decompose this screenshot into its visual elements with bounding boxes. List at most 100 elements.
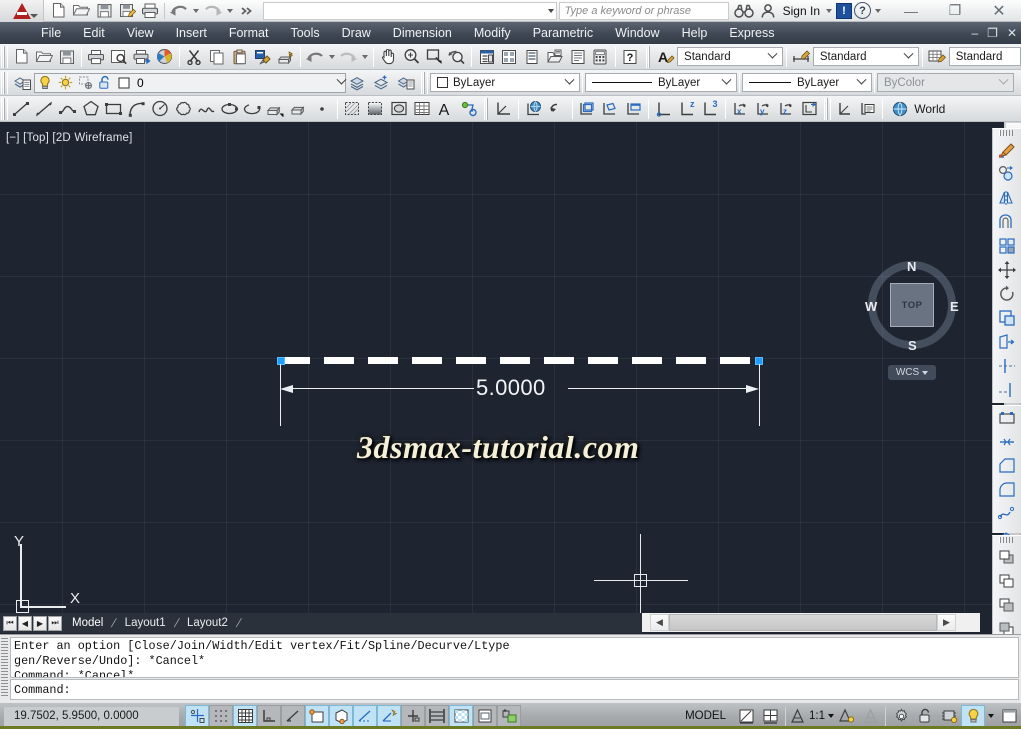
- pan-hand-icon[interactable]: [377, 45, 400, 68]
- face-ucs-icon[interactable]: [576, 97, 599, 120]
- zoom-previous-icon[interactable]: [445, 45, 468, 68]
- menu-item-tools[interactable]: Tools: [279, 22, 330, 44]
- tab-model[interactable]: Model: [63, 614, 113, 632]
- linetype-control-dropdown[interactable]: ByLayer: [585, 73, 737, 92]
- sign-in-label[interactable]: Sign In: [781, 4, 822, 18]
- dimension-text[interactable]: 5.0000: [476, 375, 546, 401]
- otrack-icon[interactable]: [353, 705, 377, 727]
- menu-item-format[interactable]: Format: [218, 22, 280, 44]
- dimension-style-icon[interactable]: [790, 45, 813, 68]
- dynamic-input-icon[interactable]: [401, 705, 425, 727]
- undo-arrow-icon[interactable]: [168, 1, 190, 21]
- layer-unlock-icon[interactable]: [95, 71, 115, 94]
- user-account-icon[interactable]: [757, 1, 779, 21]
- origin-ucs-icon[interactable]: [652, 97, 675, 120]
- z-axis-vector-icon[interactable]: z: [675, 97, 698, 120]
- color-control-dropdown[interactable]: ByLayer: [430, 73, 580, 92]
- point-icon[interactable]: [311, 97, 334, 120]
- save-disk-icon[interactable]: [93, 1, 115, 21]
- command-line-grip[interactable]: [1, 638, 8, 698]
- viewcube-north-label[interactable]: N: [907, 259, 916, 274]
- menu-item-express[interactable]: Express: [718, 22, 785, 44]
- viewcube-south-label[interactable]: S: [908, 338, 917, 353]
- line-icon[interactable]: [10, 97, 33, 120]
- menu-item-view[interactable]: View: [116, 22, 165, 44]
- auto-scale-icon[interactable]: [858, 705, 882, 727]
- coordinates-display[interactable]: 19.7502, 5.9500, 0.0000: [4, 706, 179, 726]
- chevron-down-icon[interactable]: [901, 48, 916, 65]
- annotation-scale-control[interactable]: 1:1: [789, 708, 834, 724]
- menu-item-dimension[interactable]: Dimension: [382, 22, 463, 44]
- hatch-icon[interactable]: [341, 97, 364, 120]
- region-icon[interactable]: [387, 97, 410, 120]
- menu-item-modify[interactable]: Modify: [463, 22, 522, 44]
- quick-properties-icon[interactable]: [473, 705, 497, 727]
- layer-freeze-sun-icon[interactable]: [55, 71, 75, 94]
- redo-arrow-icon[interactable]: [337, 45, 360, 68]
- dimension-style-dropdown[interactable]: Standard: [812, 47, 919, 66]
- undo-arrow-icon[interactable]: [304, 45, 327, 68]
- doc-dropdown-icon[interactable]: [547, 8, 554, 13]
- previous-ucs-icon[interactable]: [546, 97, 569, 120]
- autocad-a-logo[interactable]: [0, 0, 44, 22]
- bring-to-front-icon[interactable]: [993, 545, 1020, 569]
- layer-control[interactable]: 0: [34, 71, 347, 94]
- offset-icon[interactable]: [993, 210, 1020, 234]
- toolbar-grip[interactable]: [1, 71, 8, 94]
- mirror-icon[interactable]: [993, 186, 1020, 210]
- plot-printer-icon[interactable]: [85, 45, 108, 68]
- command-history[interactable]: Enter an option [Close/Join/Width/Edit v…: [10, 637, 1019, 678]
- layer-make-current-icon[interactable]: [370, 71, 394, 94]
- cut-scissors-icon[interactable]: [183, 45, 206, 68]
- text-style-icon[interactable]: A: [654, 45, 677, 68]
- publish-icon[interactable]: [131, 45, 154, 68]
- window-close-button[interactable]: ✕: [977, 0, 1021, 21]
- chevron-down-icon[interactable]: [854, 74, 869, 91]
- blockeditor-icon[interactable]: [274, 45, 297, 68]
- command-input[interactable]: Command:: [10, 679, 1019, 700]
- copy-icon[interactable]: [206, 45, 229, 68]
- viewcube-west-label[interactable]: W: [865, 299, 877, 314]
- layer-properties-icon[interactable]: [10, 71, 34, 94]
- object-ucs-icon[interactable]: [599, 97, 622, 120]
- break-at-point-icon[interactable]: [993, 406, 1020, 430]
- lineweight-control-dropdown[interactable]: ByLayer: [742, 73, 872, 92]
- tab-layout2[interactable]: Layout2: [178, 614, 237, 632]
- more-chevrons-icon[interactable]: [236, 1, 258, 21]
- copy-object-icon[interactable]: [993, 162, 1020, 186]
- text-style-dropdown[interactable]: Standard: [677, 47, 784, 66]
- plot-preview-icon[interactable]: [108, 45, 131, 68]
- multiline-text-icon[interactable]: A: [433, 97, 456, 120]
- chevron-down-icon[interactable]: [922, 370, 929, 375]
- horizontal-scroll-thumb[interactable]: [669, 614, 937, 631]
- polar-tracking-icon[interactable]: [281, 705, 305, 727]
- toolbar-grip[interactable]: [1, 45, 8, 68]
- arc-icon[interactable]: [125, 97, 148, 120]
- help-question-icon[interactable]: ?: [854, 2, 871, 19]
- move-icon[interactable]: [993, 258, 1020, 282]
- object-snap-icon[interactable]: [305, 705, 329, 727]
- layer-on-bulb-icon[interactable]: [35, 71, 55, 94]
- construction-line-icon[interactable]: [33, 97, 56, 120]
- world-ucs-icon[interactable]: [522, 97, 545, 120]
- chevron-down-icon[interactable]: [765, 48, 780, 65]
- scroll-right-button[interactable]: ▶: [937, 614, 956, 631]
- 3dprint-icon[interactable]: [153, 45, 176, 68]
- display-ucs-dialog-icon[interactable]: [833, 97, 856, 120]
- menu-item-edit[interactable]: Edit: [72, 22, 116, 44]
- canvas-horizontal-scrollbar[interactable]: ◀ ▶: [642, 613, 980, 632]
- gradient-icon[interactable]: [364, 97, 387, 120]
- redo-dropdown-icon[interactable]: [360, 45, 370, 68]
- space-toggle-label[interactable]: MODEL: [677, 710, 734, 722]
- blend-curves-icon[interactable]: [993, 502, 1020, 526]
- polygon-icon[interactable]: [79, 97, 102, 120]
- ellipse-arc-icon[interactable]: [241, 97, 264, 120]
- open-folder-icon[interactable]: [32, 45, 55, 68]
- window-restore-button[interactable]: ❐: [933, 0, 977, 21]
- printer-icon[interactable]: [139, 1, 161, 21]
- viewcube-top-face[interactable]: TOP: [890, 283, 934, 327]
- stretch-icon[interactable]: [993, 330, 1020, 354]
- 3d-object-snap-icon[interactable]: [329, 705, 353, 727]
- add-selected-icon[interactable]: [456, 97, 479, 120]
- tab-nav-prev[interactable]: ◀: [18, 615, 32, 631]
